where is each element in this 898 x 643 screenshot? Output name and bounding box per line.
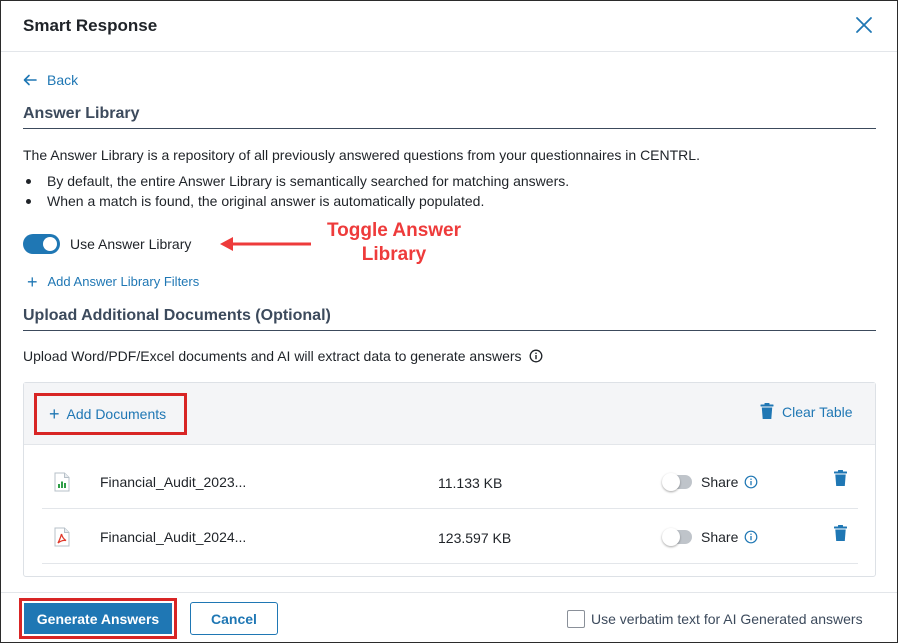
answer-library-heading: Answer Library [23,105,140,122]
dialog-header: Smart Response [1,1,897,52]
info-icon[interactable] [744,530,758,544]
bullet-item: By default, the entire Answer Library is… [25,173,570,189]
annotation-line: Toggle Answer [326,220,462,241]
share-label: Share [701,474,739,490]
plus-icon: + [27,271,38,292]
file-size: 123.597 KB [438,530,512,546]
add-filters-label: Add Answer Library Filters [47,274,200,289]
share-label: Share [701,529,739,545]
use-answer-library-row: Use Answer Library [23,234,191,254]
add-documents-label: Add Documents [66,406,167,422]
delete-file-button[interactable] [834,525,847,545]
share-label-group: Share [701,474,758,490]
dialog-footer: Generate Answers Cancel Use verbatim tex… [1,592,897,642]
info-icon[interactable] [529,349,543,363]
file-size: 11.133 KB [438,475,503,491]
dialog-title: Smart Response [23,16,158,35]
use-answer-library-toggle[interactable] [23,234,60,254]
bullet-item: When a match is found, the original answ… [25,191,569,211]
toggle-knob [662,473,680,491]
generate-answers-label: Generate Answers [24,603,172,634]
back-link[interactable]: Back [23,71,78,89]
arrow-left-icon [23,74,37,86]
table-row: Financial_Audit_2024... 123.597 KB Share [42,509,858,564]
close-button[interactable] [852,13,876,37]
file-name: Financial_Audit_2023... [100,474,247,490]
verbatim-label: Use verbatim text for AI Generated answe… [591,611,863,627]
close-icon [856,17,872,33]
section-divider [23,128,876,129]
documents-toolbar: + Add Documents Clear Table [24,383,875,445]
documents-table: + Add Documents Clear Table Financial_Au… [23,382,876,577]
table-row: Financial_Audit_2023... 11.133 KB Share [42,454,858,509]
delete-file-button[interactable] [834,470,847,490]
share-toggle[interactable] [662,473,692,491]
annotation-callout: Toggle Answer Library [317,219,471,267]
info-icon[interactable] [744,475,758,489]
verbatim-option: Use verbatim text for AI Generated answe… [567,610,863,628]
trash-icon [834,470,847,486]
add-documents-button[interactable]: + Add Documents [34,393,187,435]
answer-library-description: The Answer Library is a repository of al… [23,147,700,163]
upload-description-text: Upload Word/PDF/Excel documents and AI w… [23,348,522,364]
annotation-line: Library [361,244,427,265]
share-label-group: Share [701,529,758,545]
add-answer-library-filters-link[interactable]: + Add Answer Library Filters [27,271,200,292]
verbatim-checkbox[interactable] [567,610,585,628]
upload-description: Upload Word/PDF/Excel documents and AI w… [23,348,543,364]
toggle-knob [43,237,57,251]
trash-icon [834,525,847,541]
smart-response-dialog: Smart Response Back Answer Library The A… [0,0,898,643]
annotation-arrow-icon [220,237,311,251]
back-label: Back [47,72,79,88]
excel-file-icon [54,472,70,492]
trash-icon [760,403,774,419]
answer-library-bullets: By default, the entire Answer Library is… [25,171,570,211]
pdf-file-icon [54,527,70,547]
file-name: Financial_Audit_2024... [100,529,247,545]
clear-table-label: Clear Table [782,403,853,420]
upload-documents-heading: Upload Additional Documents (Optional) [23,307,331,324]
use-answer-library-label: Use Answer Library [70,236,192,252]
toggle-knob [662,528,680,546]
cancel-button[interactable]: Cancel [190,602,278,635]
plus-icon: + [49,404,60,424]
generate-answers-button[interactable]: Generate Answers [19,598,177,639]
clear-table-button[interactable]: Clear Table [760,403,853,420]
share-toggle[interactable] [662,528,692,546]
section-divider [23,330,876,331]
